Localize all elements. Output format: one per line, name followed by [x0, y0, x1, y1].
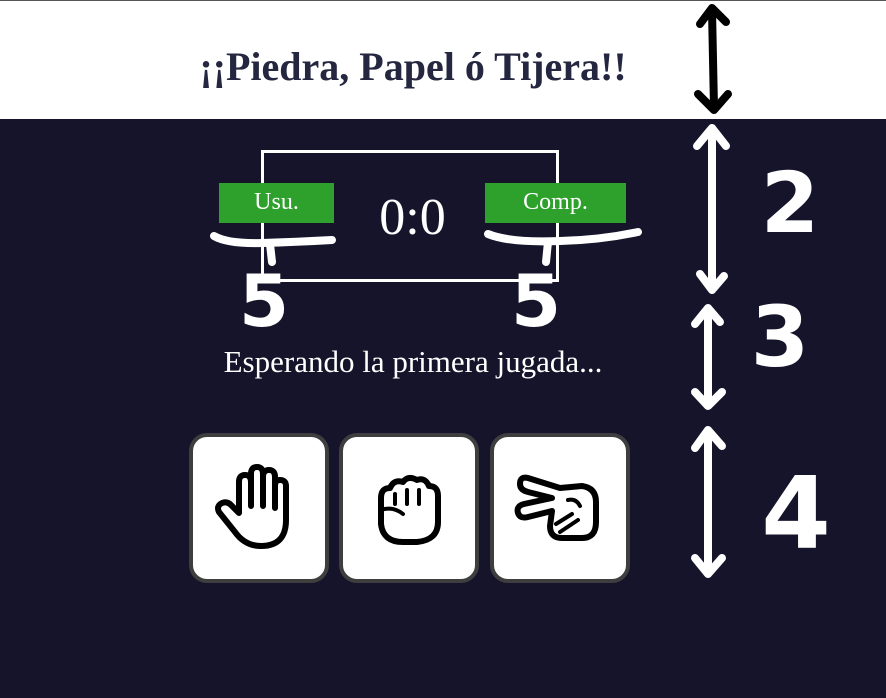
paper-hand-icon — [215, 464, 289, 549]
header-bar: ¡¡Piedra, Papel ó Tijera!! — [0, 0, 886, 119]
computer-score-badge: Comp. — [485, 183, 626, 223]
scissors-button[interactable] — [490, 433, 630, 583]
score-display: 0:0 — [379, 189, 446, 246]
annotation-label-4: 4 — [761, 455, 831, 572]
scissors-hand-icon — [514, 474, 599, 541]
status-message: Esperando la primera jugada... — [223, 344, 603, 379]
user-score-badge: Usu. — [219, 183, 334, 223]
paper-button[interactable] — [189, 433, 329, 583]
annotation-label-2: 2 — [761, 154, 819, 252]
rock-fist-icon — [378, 474, 441, 545]
page-title: ¡¡Piedra, Papel ó Tijera!! — [199, 44, 627, 89]
rock-button[interactable] — [339, 433, 479, 583]
